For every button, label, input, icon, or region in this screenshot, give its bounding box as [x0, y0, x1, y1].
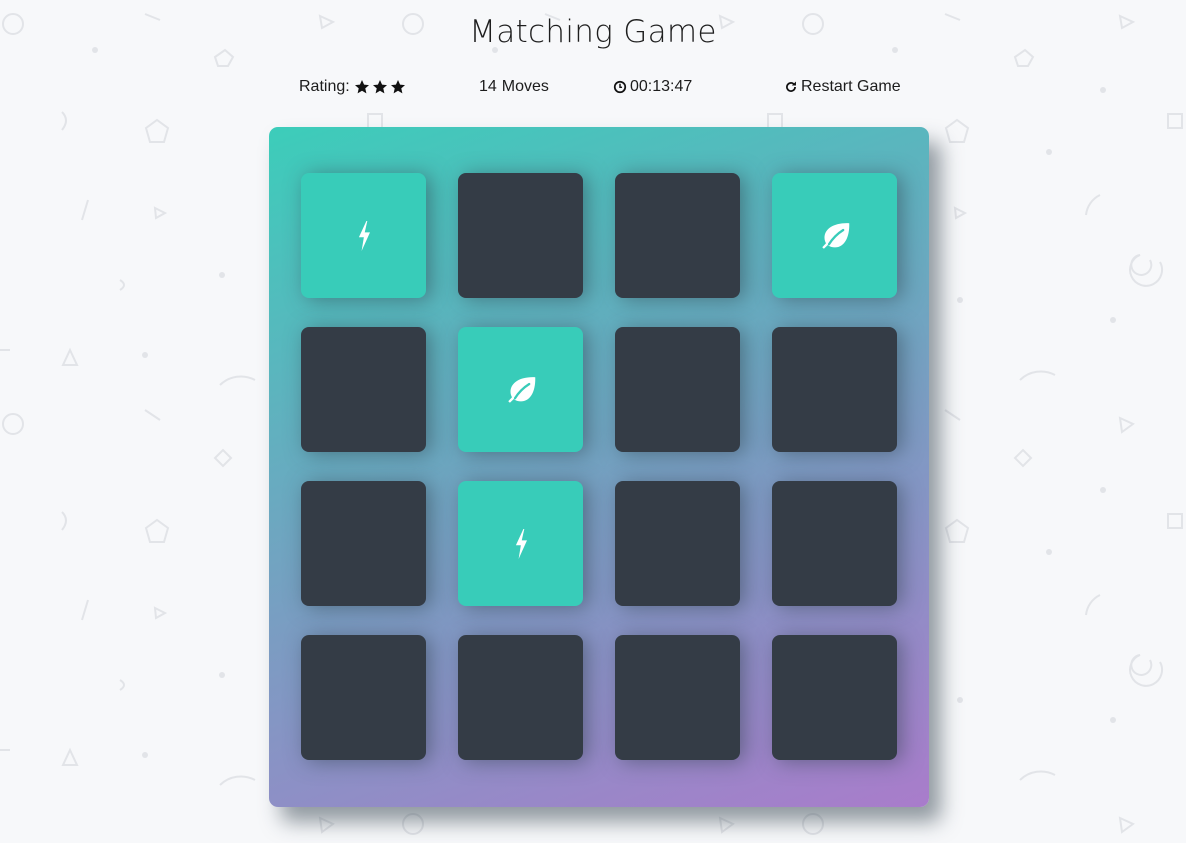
timer-value: 00:13:47	[630, 78, 693, 95]
bolt-icon	[346, 218, 382, 254]
timer: 00:13:47	[613, 78, 692, 96]
moves-counter: 14 Moves	[479, 78, 549, 96]
card[interactable]	[301, 481, 426, 606]
restart-button[interactable]: Restart Game	[784, 78, 901, 96]
rating: Rating:	[299, 78, 408, 96]
bolt-icon	[503, 526, 539, 562]
page-title: Matching Game	[469, 14, 717, 50]
card[interactable]	[301, 635, 426, 760]
card[interactable]	[458, 481, 583, 606]
rating-label: Rating:	[299, 78, 350, 95]
leaf-icon	[503, 372, 539, 408]
card[interactable]	[301, 327, 426, 452]
refresh-icon	[784, 80, 798, 94]
card[interactable]	[458, 635, 583, 760]
card[interactable]	[458, 327, 583, 452]
card[interactable]	[615, 635, 740, 760]
card[interactable]	[772, 481, 897, 606]
card[interactable]	[772, 327, 897, 452]
card[interactable]	[615, 173, 740, 298]
card[interactable]	[772, 635, 897, 760]
moves-label: Moves	[501, 78, 549, 95]
star-icon	[390, 79, 406, 95]
star-icon	[354, 79, 370, 95]
leaf-icon	[817, 218, 853, 254]
card[interactable]	[772, 173, 897, 298]
card[interactable]	[615, 481, 740, 606]
card-deck	[269, 127, 929, 807]
clock-icon	[613, 80, 627, 94]
restart-label: Restart Game	[801, 78, 901, 95]
game-container: Matching Game Rating: 14 Moves 00:13:47 …	[0, 0, 1186, 843]
card[interactable]	[301, 173, 426, 298]
score-panel: Rating: 14 Moves 00:13:47 Restart Game	[0, 78, 1186, 102]
card[interactable]	[458, 173, 583, 298]
card[interactable]	[615, 327, 740, 452]
star-icon	[372, 79, 388, 95]
moves-count: 14	[479, 78, 497, 95]
